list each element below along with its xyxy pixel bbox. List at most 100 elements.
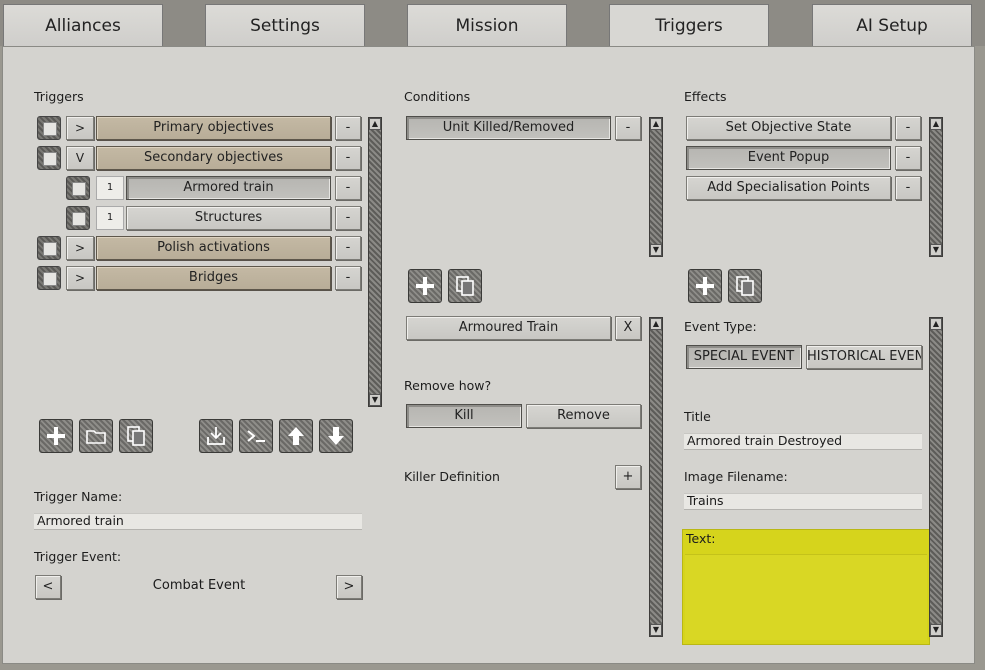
trigger-remove-button[interactable]: - xyxy=(335,176,361,200)
tab-triggers[interactable]: Triggers xyxy=(609,4,769,48)
trigger-event-next-button[interactable]: > xyxy=(336,575,362,599)
effect-item-add-specialisation-points[interactable]: Add Specialisation Points xyxy=(686,176,891,200)
scroll-down-icon[interactable]: ▼ xyxy=(930,244,942,256)
text-area-highlight: Text: xyxy=(682,529,930,645)
killer-definition-label: Killer Definition xyxy=(404,469,500,484)
add-folder-button[interactable] xyxy=(79,419,113,453)
effect-detail-scrollbar[interactable]: ▲ ▼ xyxy=(929,317,943,637)
copy-icon xyxy=(736,276,754,296)
trigger-checkbox[interactable] xyxy=(37,116,61,140)
trigger-event-label: Trigger Event: xyxy=(34,549,122,564)
plus-icon xyxy=(47,427,65,445)
conditions-heading: Conditions xyxy=(404,89,471,104)
remove-how-label: Remove how? xyxy=(404,378,492,393)
trigger-expander[interactable]: > xyxy=(66,266,94,290)
plus-icon xyxy=(416,277,434,295)
triggers-scrollbar[interactable]: ▲ ▼ xyxy=(368,117,382,407)
trigger-checkbox[interactable] xyxy=(37,236,61,260)
trigger-item-secondary-objectives[interactable]: Secondary objectives xyxy=(96,146,331,170)
add-trigger-button[interactable] xyxy=(39,419,73,453)
import-trigger-button[interactable] xyxy=(199,419,233,453)
trigger-remove-button[interactable]: - xyxy=(335,266,361,290)
condition-unit-field[interactable]: Armoured Train xyxy=(406,316,611,340)
trigger-checkbox[interactable] xyxy=(37,266,61,290)
download-icon xyxy=(207,427,225,445)
add-effect-button[interactable] xyxy=(688,269,722,303)
image-filename-input[interactable]: Trains xyxy=(684,493,922,510)
title-input[interactable]: Armored train Destroyed xyxy=(684,433,922,450)
condition-unit-clear-button[interactable]: X xyxy=(615,316,641,340)
tab-settings[interactable]: Settings xyxy=(205,4,365,46)
copy-effect-button[interactable] xyxy=(728,269,762,303)
console-button[interactable] xyxy=(239,419,273,453)
text-label: Text: xyxy=(686,531,716,546)
killer-definition-add-button[interactable]: + xyxy=(615,465,641,489)
event-type-label: Event Type: xyxy=(684,319,757,334)
condition-item-unit-killed[interactable]: Unit Killed/Removed xyxy=(406,116,611,140)
effect-item-event-popup[interactable]: Event Popup xyxy=(686,146,891,170)
trigger-expander[interactable]: > xyxy=(66,236,94,260)
effect-item-set-objective-state[interactable]: Set Objective State xyxy=(686,116,891,140)
effect-remove-button[interactable]: - xyxy=(895,176,921,200)
remove-how-remove-button[interactable]: Remove xyxy=(526,404,641,428)
trigger-checkbox[interactable] xyxy=(37,146,61,170)
trigger-checkbox[interactable] xyxy=(66,206,90,230)
trigger-name-input[interactable]: Armored train xyxy=(34,513,362,530)
scroll-up-icon[interactable]: ▲ xyxy=(650,118,662,130)
copy-icon xyxy=(127,426,145,446)
scroll-down-icon[interactable]: ▼ xyxy=(930,624,942,636)
trigger-item-primary-objectives[interactable]: Primary objectives xyxy=(96,116,331,140)
trigger-expander[interactable]: V xyxy=(66,146,94,170)
effect-remove-button[interactable]: - xyxy=(895,116,921,140)
tab-alliances[interactable]: Alliances xyxy=(3,4,163,46)
trigger-remove-button[interactable]: - xyxy=(335,206,361,230)
image-filename-label: Image Filename: xyxy=(684,469,788,484)
trigger-event-value: Combat Event xyxy=(152,578,246,593)
trigger-remove-button[interactable]: - xyxy=(335,116,361,140)
add-condition-button[interactable] xyxy=(408,269,442,303)
copy-trigger-button[interactable] xyxy=(119,419,153,453)
event-type-historical-button[interactable]: HISTORICAL EVENT xyxy=(806,345,922,369)
scroll-up-icon[interactable]: ▲ xyxy=(369,118,381,130)
condition-detail-scrollbar[interactable]: ▲ ▼ xyxy=(649,317,663,637)
event-type-special-button[interactable]: SPECIAL EVENT xyxy=(686,345,802,369)
scroll-down-icon[interactable]: ▼ xyxy=(369,394,381,406)
copy-condition-button[interactable] xyxy=(448,269,482,303)
conditions-scrollbar[interactable]: ▲ ▼ xyxy=(649,117,663,257)
plus-icon xyxy=(696,277,714,295)
arrow-down-icon xyxy=(328,427,344,445)
trigger-name-label: Trigger Name: xyxy=(34,489,123,504)
copy-icon xyxy=(456,276,474,296)
arrow-up-icon xyxy=(288,427,304,445)
scroll-up-icon[interactable]: ▲ xyxy=(930,118,942,130)
move-down-button[interactable] xyxy=(319,419,353,453)
scroll-down-icon[interactable]: ▼ xyxy=(650,244,662,256)
trigger-remove-button[interactable]: - xyxy=(335,146,361,170)
tab-bar: Alliances Settings Mission Triggers AI S… xyxy=(0,0,985,48)
trigger-item-bridges[interactable]: Bridges xyxy=(96,266,331,290)
remove-how-kill-button[interactable]: Kill xyxy=(406,404,522,428)
trigger-checkbox[interactable] xyxy=(66,176,90,200)
folder-icon xyxy=(86,430,106,444)
trigger-remove-button[interactable]: - xyxy=(335,236,361,260)
trigger-expander[interactable]: > xyxy=(66,116,94,140)
terminal-icon xyxy=(247,430,265,442)
trigger-item-polish-activations[interactable]: Polish activations xyxy=(96,236,331,260)
move-up-button[interactable] xyxy=(279,419,313,453)
tab-ai-setup[interactable]: AI Setup xyxy=(812,4,972,46)
text-input[interactable] xyxy=(685,554,927,640)
trigger-item-armored-train[interactable]: Armored train xyxy=(126,176,331,200)
condition-remove-button[interactable]: - xyxy=(615,116,641,140)
triggers-panel: Triggers > Primary objectives - V Second… xyxy=(2,46,975,664)
effects-heading: Effects xyxy=(684,89,727,104)
title-label: Title xyxy=(684,409,711,424)
effects-scrollbar[interactable]: ▲ ▼ xyxy=(929,117,943,257)
scroll-up-icon[interactable]: ▲ xyxy=(930,318,942,330)
scroll-up-icon[interactable]: ▲ xyxy=(650,318,662,330)
trigger-event-prev-button[interactable]: < xyxy=(35,575,61,599)
tab-mission[interactable]: Mission xyxy=(407,4,567,46)
scroll-down-icon[interactable]: ▼ xyxy=(650,624,662,636)
trigger-item-structures[interactable]: Structures xyxy=(126,206,331,230)
effect-remove-button[interactable]: - xyxy=(895,146,921,170)
trigger-count: 1 xyxy=(96,176,124,200)
